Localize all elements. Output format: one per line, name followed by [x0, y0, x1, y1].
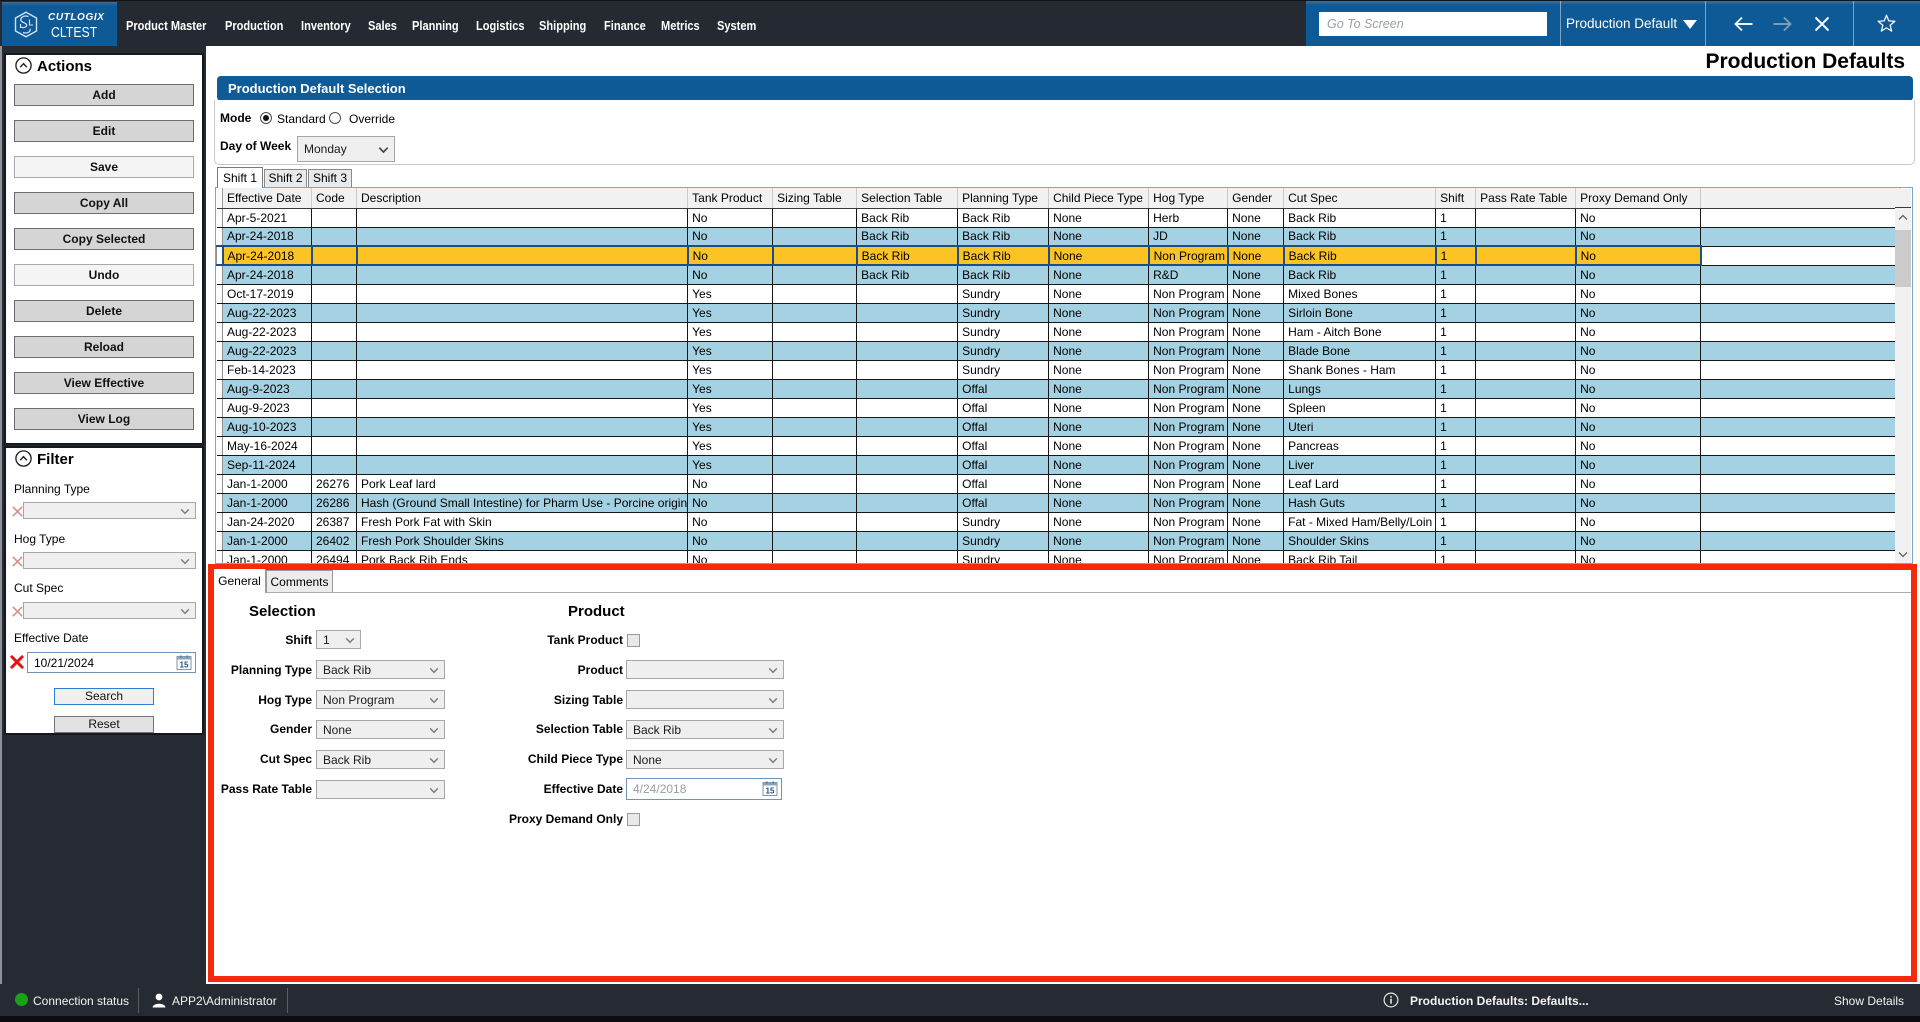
svg-text:15: 15 [766, 787, 775, 796]
svg-text:15: 15 [180, 661, 189, 670]
